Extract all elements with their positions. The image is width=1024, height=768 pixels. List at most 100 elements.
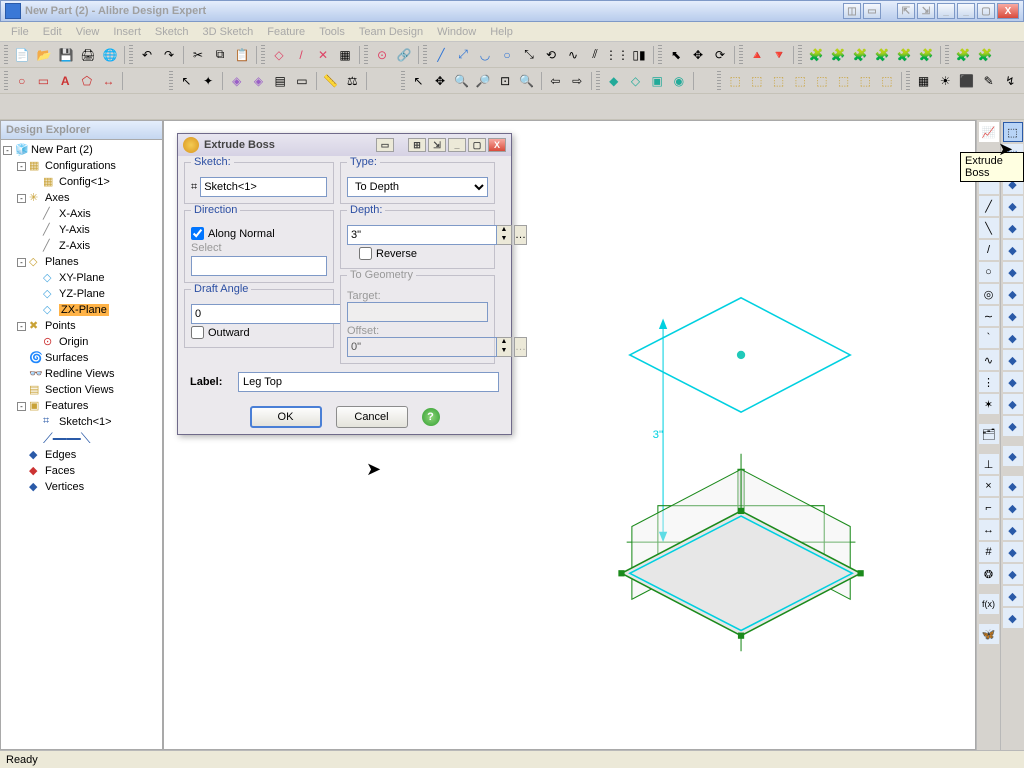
- field-icon[interactable]: ▭: [292, 71, 312, 91]
- tree-node-config-1-[interactable]: ▦Config<1>: [3, 174, 160, 190]
- dialog-min-icon[interactable]: ▭: [376, 138, 394, 152]
- rail-hash-icon[interactable]: #: [979, 542, 999, 562]
- menu-help[interactable]: Help: [483, 24, 520, 40]
- rail-circle-icon[interactable]: ○: [979, 262, 999, 282]
- dialog-titlebar[interactable]: Extrude Boss ▭ ⊞ ⇲ _ ▢ X: [178, 134, 511, 156]
- ref-arc-icon[interactable]: ⟲: [541, 45, 561, 65]
- tree-node-yz-plane[interactable]: ◇YZ-Plane: [3, 286, 160, 302]
- text-tool-icon[interactable]: A: [55, 71, 75, 91]
- render3-icon[interactable]: ⬛: [957, 71, 977, 91]
- help-icon[interactable]: ?: [422, 408, 440, 426]
- depth-more-button[interactable]: …: [514, 225, 527, 245]
- feature-11-icon[interactable]: ◆: [1003, 350, 1023, 370]
- shade4-icon[interactable]: ◉: [669, 71, 689, 91]
- iso1-icon[interactable]: ⬚: [725, 71, 745, 91]
- 3d-box1-icon[interactable]: ◈: [227, 71, 247, 91]
- feature-18-icon[interactable]: ◆: [1003, 520, 1023, 540]
- tree-node-y-axis[interactable]: ╱Y-Axis: [3, 222, 160, 238]
- depth-field[interactable]: [347, 225, 497, 245]
- zoom-in-icon[interactable]: 🔎: [474, 71, 494, 91]
- team-icon[interactable]: 🌐: [100, 45, 120, 65]
- extrude-boss-icon[interactable]: ⬚: [1003, 122, 1023, 142]
- iso4-icon[interactable]: ⬚: [790, 71, 810, 91]
- rail-gear2-icon[interactable]: ❂: [979, 564, 999, 584]
- plane-tool-icon[interactable]: ◇: [269, 45, 289, 65]
- feature-10-icon[interactable]: ◆: [1003, 328, 1023, 348]
- shade1-icon[interactable]: ◆: [604, 71, 624, 91]
- shade2-icon[interactable]: ◇: [626, 71, 646, 91]
- feature-22-icon[interactable]: ◆: [1003, 608, 1023, 628]
- undo-icon[interactable]: ↶: [137, 45, 157, 65]
- rail-star-icon[interactable]: ✶: [979, 394, 999, 414]
- depth-up-icon[interactable]: ▲: [497, 226, 511, 235]
- menu-file[interactable]: File: [4, 24, 36, 40]
- prev-view-icon[interactable]: ⇦: [546, 71, 566, 91]
- pin-button[interactable]: ⇲: [917, 3, 935, 19]
- tree-node-sketch-1-[interactable]: ⌗Sketch<1>: [3, 414, 160, 430]
- label-field[interactable]: [238, 372, 499, 392]
- measure-icon[interactable]: 📏: [321, 71, 341, 91]
- next-view-icon[interactable]: ⇨: [567, 71, 587, 91]
- tree-node-configurations[interactable]: -▦Configurations: [3, 158, 160, 174]
- direction-select-field[interactable]: [191, 256, 327, 276]
- spline-icon[interactable]: ∿: [563, 45, 583, 65]
- dialog-pin-icon[interactable]: ⇲: [428, 138, 446, 152]
- dialog-max-icon[interactable]: ▢: [468, 138, 486, 152]
- assembly-5-icon[interactable]: 🧩: [894, 45, 914, 65]
- shade3-icon[interactable]: ▣: [647, 71, 667, 91]
- restore-button[interactable]: ⇱: [897, 3, 915, 19]
- feature-5-icon[interactable]: ◆: [1003, 218, 1023, 238]
- tree-node-xy-plane[interactable]: ◇XY-Plane: [3, 270, 160, 286]
- feature-17-icon[interactable]: ◆: [1003, 498, 1023, 518]
- menu-edit[interactable]: Edit: [36, 24, 69, 40]
- wand-icon[interactable]: ✦: [198, 71, 218, 91]
- feature-19-icon[interactable]: ◆: [1003, 542, 1023, 562]
- dialog-calc-icon[interactable]: ⊞: [408, 138, 426, 152]
- tree-node-section-views[interactable]: ▤Section Views: [3, 382, 160, 398]
- assembly-8-icon[interactable]: 🧩: [975, 45, 995, 65]
- zoom-fit-icon[interactable]: 🔍: [452, 71, 472, 91]
- reverse-checkbox[interactable]: [359, 247, 372, 260]
- menu-view[interactable]: View: [69, 24, 107, 40]
- rail-perp-icon[interactable]: ⊥: [979, 454, 999, 474]
- ref-line-icon[interactable]: ⤡: [519, 45, 539, 65]
- redo-icon[interactable]: ↷: [159, 45, 179, 65]
- poly-tool-icon[interactable]: ⬠: [77, 71, 97, 91]
- tree-node-axes[interactable]: -✳Axes: [3, 190, 160, 206]
- list-icon[interactable]: ▤: [270, 71, 290, 91]
- select-arrow-icon[interactable]: ⬉: [666, 45, 686, 65]
- menu-insert[interactable]: Insert: [106, 24, 148, 40]
- cancel-button[interactable]: Cancel: [336, 406, 408, 428]
- zoom-out-icon[interactable]: 🔍: [517, 71, 537, 91]
- rail-corner-icon[interactable]: ⌐: [979, 498, 999, 518]
- rect-tool-icon[interactable]: ▭: [34, 71, 54, 91]
- open-icon[interactable]: 📂: [34, 45, 54, 65]
- tree[interactable]: -🧊New Part (2)-▦Configurations▦Config<1>…: [1, 140, 162, 749]
- iso6-icon[interactable]: ⬚: [834, 71, 854, 91]
- print-icon[interactable]: 🖨: [78, 45, 98, 65]
- tree-node-redline-views[interactable]: 👓Redline Views: [3, 366, 160, 382]
- depth-down-icon[interactable]: ▼: [497, 235, 511, 244]
- rail-dim-icon[interactable]: ↔: [979, 520, 999, 540]
- rail-folder-icon[interactable]: 🗂: [979, 424, 999, 444]
- pointer-icon[interactable]: ↖: [177, 71, 197, 91]
- tree-node-points[interactable]: -✖Points: [3, 318, 160, 334]
- tree-node-zx-plane[interactable]: ◇ZX-Plane: [3, 302, 160, 318]
- rail-grave-icon[interactable]: `: [979, 328, 999, 348]
- save-icon[interactable]: 💾: [56, 45, 76, 65]
- assembly-6-icon[interactable]: 🧩: [916, 45, 936, 65]
- feature-20-icon[interactable]: ◆: [1003, 564, 1023, 584]
- tree-node-features[interactable]: -▣Features: [3, 398, 160, 414]
- tree-node-x-axis[interactable]: ╱X-Axis: [3, 206, 160, 222]
- arc-icon[interactable]: ◡: [475, 45, 495, 65]
- draft-angle-field[interactable]: [191, 304, 341, 324]
- maximize-button[interactable]: ▢: [977, 3, 995, 19]
- tree-node-z-axis[interactable]: ╱Z-Axis: [3, 238, 160, 254]
- iso7-icon[interactable]: ⬚: [855, 71, 875, 91]
- feature-8-icon[interactable]: ◆: [1003, 284, 1023, 304]
- line-icon[interactable]: ╱: [431, 45, 451, 65]
- rail-diag-icon[interactable]: ╲: [979, 218, 999, 238]
- btn-aux1[interactable]: ◫: [843, 3, 861, 19]
- dialog-min2-icon[interactable]: _: [448, 138, 466, 152]
- rail-tilde-icon[interactable]: ∼: [979, 306, 999, 326]
